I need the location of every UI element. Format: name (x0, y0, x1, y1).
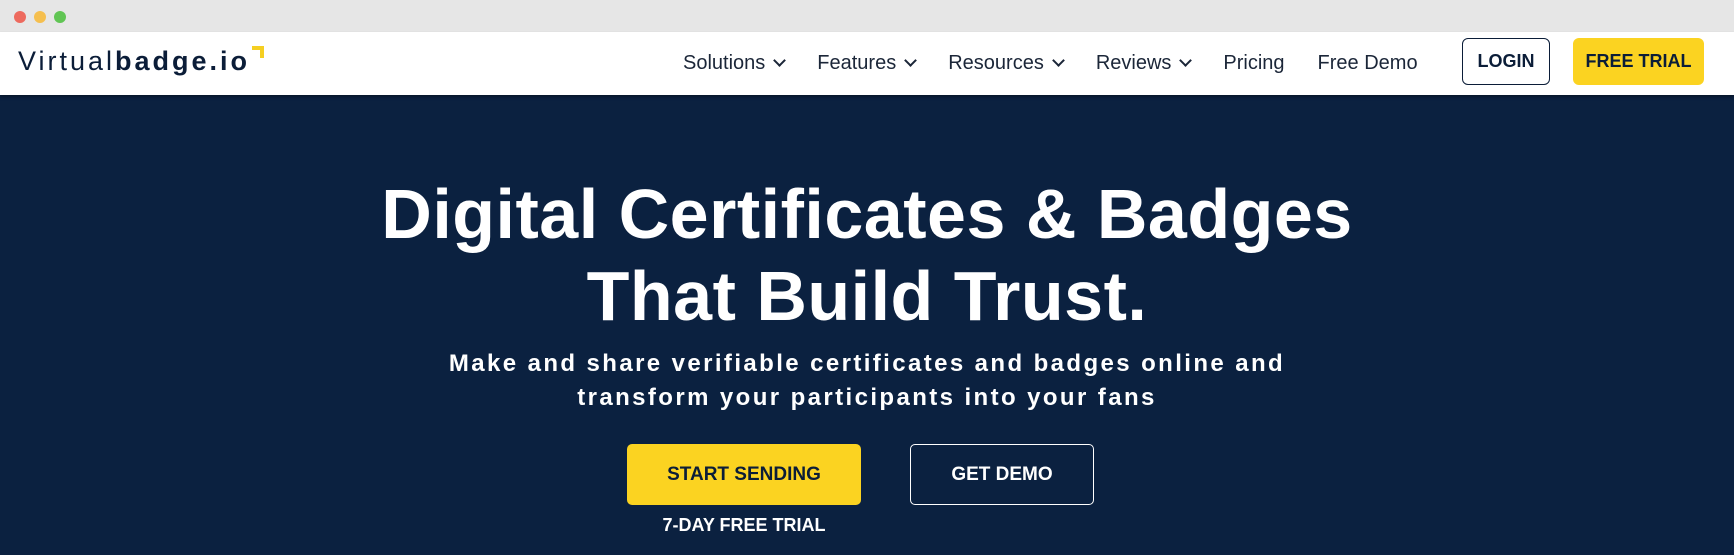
main-navigation: Solutions Features Resources Reviews Pri… (683, 32, 1451, 95)
hero-title-line-2: That Build Trust. (586, 257, 1148, 335)
nav-item-pricing[interactable]: Pricing (1223, 52, 1284, 75)
chevron-down-icon (1051, 54, 1065, 67)
start-sending-button[interactable]: START SENDING (627, 444, 861, 505)
logo-text-light: Virtual (18, 46, 116, 76)
free-trial-note: 7-DAY FREE TRIAL (662, 515, 826, 535)
nav-item-label: Pricing (1223, 52, 1285, 74)
site-logo[interactable]: Virtual badge.io (18, 46, 265, 76)
free-trial-button[interactable]: FREE TRIAL (1573, 38, 1704, 85)
nav-item-label: Features (817, 52, 897, 74)
get-demo-button[interactable]: GET DEMO (910, 444, 1094, 505)
nav-item-free-demo[interactable]: Free Demo (1318, 52, 1418, 75)
site-navbar: Virtual badge.io Solutions Features Reso… (0, 32, 1734, 95)
nav-item-label: Reviews (1095, 52, 1172, 74)
nav-item-resources[interactable]: Resources (948, 52, 1065, 75)
hero-subtitle-line-2: transform your participants into your fa… (577, 384, 1157, 411)
logo-corner-mark-icon (252, 46, 265, 58)
close-window-icon[interactable] (14, 11, 26, 23)
nav-item-label: Solutions (683, 52, 766, 74)
browser-window-bar (0, 0, 1734, 32)
hero-section: Digital Certificates & Badges That Build… (0, 95, 1734, 555)
maximize-window-icon[interactable] (54, 11, 66, 23)
logo-text-bold: badge.io (115, 46, 251, 76)
nav-item-reviews[interactable]: Reviews (1095, 52, 1193, 75)
chevron-down-icon (1179, 54, 1193, 67)
hero-subtitle: Make and share verifiable certificates a… (0, 347, 1734, 415)
minimize-window-icon[interactable] (34, 11, 46, 23)
nav-item-label: Free Demo (1317, 52, 1418, 74)
hero-subtitle-line-1: Make and share verifiable certificates a… (448, 350, 1286, 377)
hero-title: Digital Certificates & Badges That Build… (0, 173, 1734, 337)
nav-item-features[interactable]: Features (817, 52, 918, 75)
chevron-down-icon (904, 54, 918, 67)
nav-item-label: Resources (948, 52, 1044, 74)
nav-item-solutions[interactable]: Solutions (683, 52, 787, 75)
hero-title-line-1: Digital Certificates & Badges (381, 175, 1353, 253)
login-button[interactable]: LOGIN (1462, 38, 1550, 85)
chevron-down-icon (773, 54, 787, 67)
